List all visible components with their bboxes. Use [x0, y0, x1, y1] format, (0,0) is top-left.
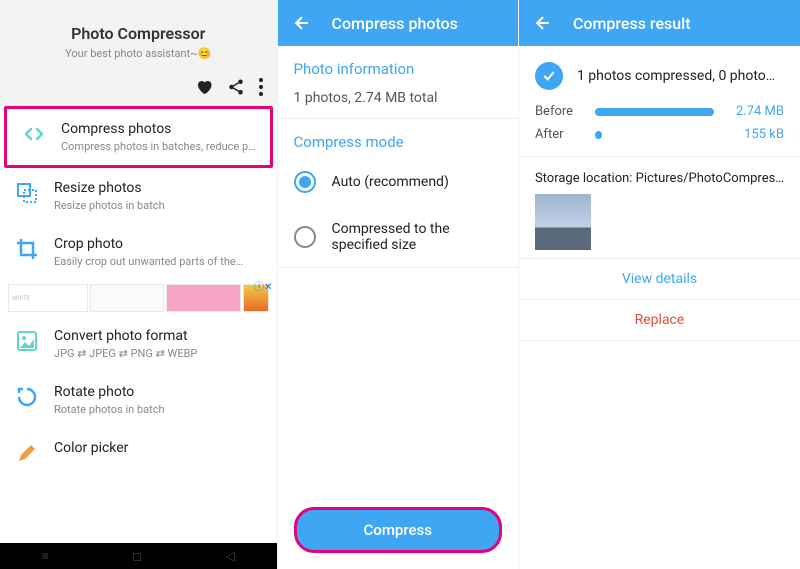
back-icon[interactable]: [533, 13, 553, 33]
before-label: Before: [535, 104, 585, 119]
item-desc: JPG ⇄ JPEG ⇄ PNG ⇄ WEBP: [54, 347, 263, 360]
view-details-link[interactable]: View details: [519, 259, 800, 299]
nav-recent-icon[interactable]: ≡: [42, 549, 49, 563]
screen-home: Photo Compressor Your best photo assista…: [0, 0, 278, 569]
radio-icon: [294, 171, 316, 193]
screen-compress-result: Compress result 1 photos compressed, 0 p…: [519, 0, 800, 569]
section-photo-info: Photo information: [278, 46, 518, 84]
ad-close-icon[interactable]: ⓘ✕: [254, 278, 272, 293]
radio-label: Compressed to the specified size: [332, 221, 502, 253]
item-compress-photos[interactable]: Compress photos Compress photos in batch…: [4, 106, 273, 168]
radio-icon: [294, 226, 316, 248]
item-label: Compress photos: [61, 121, 256, 137]
compress-button[interactable]: Compress: [294, 507, 502, 553]
after-bar: [595, 131, 714, 139]
after-row: After 155 kB: [519, 123, 800, 146]
radio-label: Auto (recommend): [332, 174, 449, 190]
app-subtitle: Your best photo assistant~😊: [12, 47, 265, 60]
divider: [278, 267, 518, 268]
item-label: Resize photos: [54, 180, 263, 196]
before-bar: [595, 108, 714, 116]
item-label: Rotate photo: [54, 384, 263, 400]
photo-info-text: 1 photos, 2.74 MB total: [278, 84, 518, 118]
android-navbar: ≡ ◻ ◁: [0, 543, 277, 569]
back-icon[interactable]: [292, 13, 312, 33]
item-crop-photo[interactable]: Crop photo Easily crop out unwanted part…: [0, 224, 277, 280]
appbar: Compress photos: [278, 0, 518, 46]
resize-icon: [14, 180, 40, 206]
item-resize-photos[interactable]: Resize photos Resize photos in batch: [0, 168, 277, 224]
picker-icon: [14, 440, 40, 466]
item-label: Crop photo: [54, 236, 263, 252]
nav-back-icon[interactable]: ◁: [226, 549, 235, 563]
app-title: Photo Compressor: [12, 24, 265, 43]
item-desc: Rotate photos in batch: [54, 403, 263, 416]
result-thumbnail[interactable]: [535, 194, 591, 250]
before-row: Before 2.74 MB: [519, 100, 800, 123]
divider: [519, 340, 800, 341]
after-label: After: [535, 127, 585, 142]
ad-pink: [166, 284, 240, 312]
appbar-title: Compress result: [573, 14, 691, 33]
item-color-picker[interactable]: Color picker: [0, 428, 277, 470]
result-summary: 1 photos compressed, 0 photo…: [519, 46, 800, 100]
item-label: Color picker: [54, 440, 263, 456]
appbar: Compress result: [519, 0, 800, 46]
ad-white: WHITE: [8, 284, 88, 312]
share-icon[interactable]: [227, 78, 245, 96]
convert-icon: [14, 328, 40, 354]
ad-banner[interactable]: WHITE ⓘ✕: [0, 280, 277, 316]
home-toolbar: [0, 74, 277, 106]
before-value: 2.74 MB: [724, 104, 784, 119]
ad-slot: [90, 284, 164, 312]
item-convert-format[interactable]: Convert photo format JPG ⇄ JPEG ⇄ PNG ⇄ …: [0, 316, 277, 372]
radio-auto[interactable]: Auto (recommend): [278, 157, 518, 207]
home-feature-list: Compress photos Compress photos in batch…: [0, 106, 277, 280]
home-feature-list-2: Convert photo format JPG ⇄ JPEG ⇄ PNG ⇄ …: [0, 316, 277, 470]
replace-link[interactable]: Replace: [519, 300, 800, 340]
section-compress-mode: Compress mode: [278, 119, 518, 157]
result-text: 1 photos compressed, 0 photo…: [577, 68, 775, 84]
more-icon[interactable]: [259, 78, 263, 96]
storage-location: Storage location: Pictures/PhotoCompres…: [519, 157, 800, 194]
heart-icon[interactable]: [195, 78, 213, 96]
compress-icon: [21, 121, 47, 147]
crop-icon: [14, 236, 40, 262]
rotate-icon: [14, 384, 40, 410]
home-header: Photo Compressor Your best photo assista…: [0, 0, 277, 74]
screen-compress-settings: Compress photos Photo information 1 phot…: [278, 0, 519, 569]
radio-specified-size[interactable]: Compressed to the specified size: [278, 207, 518, 267]
item-desc: Resize photos in batch: [54, 199, 263, 212]
item-desc: Easily crop out unwanted parts of the…: [54, 255, 263, 268]
after-value: 155 kB: [724, 127, 784, 142]
check-icon: [535, 62, 563, 90]
item-label: Convert photo format: [54, 328, 263, 344]
item-desc: Compress photos in batches, reduce p…: [61, 140, 256, 153]
appbar-title: Compress photos: [332, 14, 458, 33]
item-rotate-photo[interactable]: Rotate photo Rotate photos in batch: [0, 372, 277, 428]
nav-home-icon[interactable]: ◻: [132, 549, 142, 563]
